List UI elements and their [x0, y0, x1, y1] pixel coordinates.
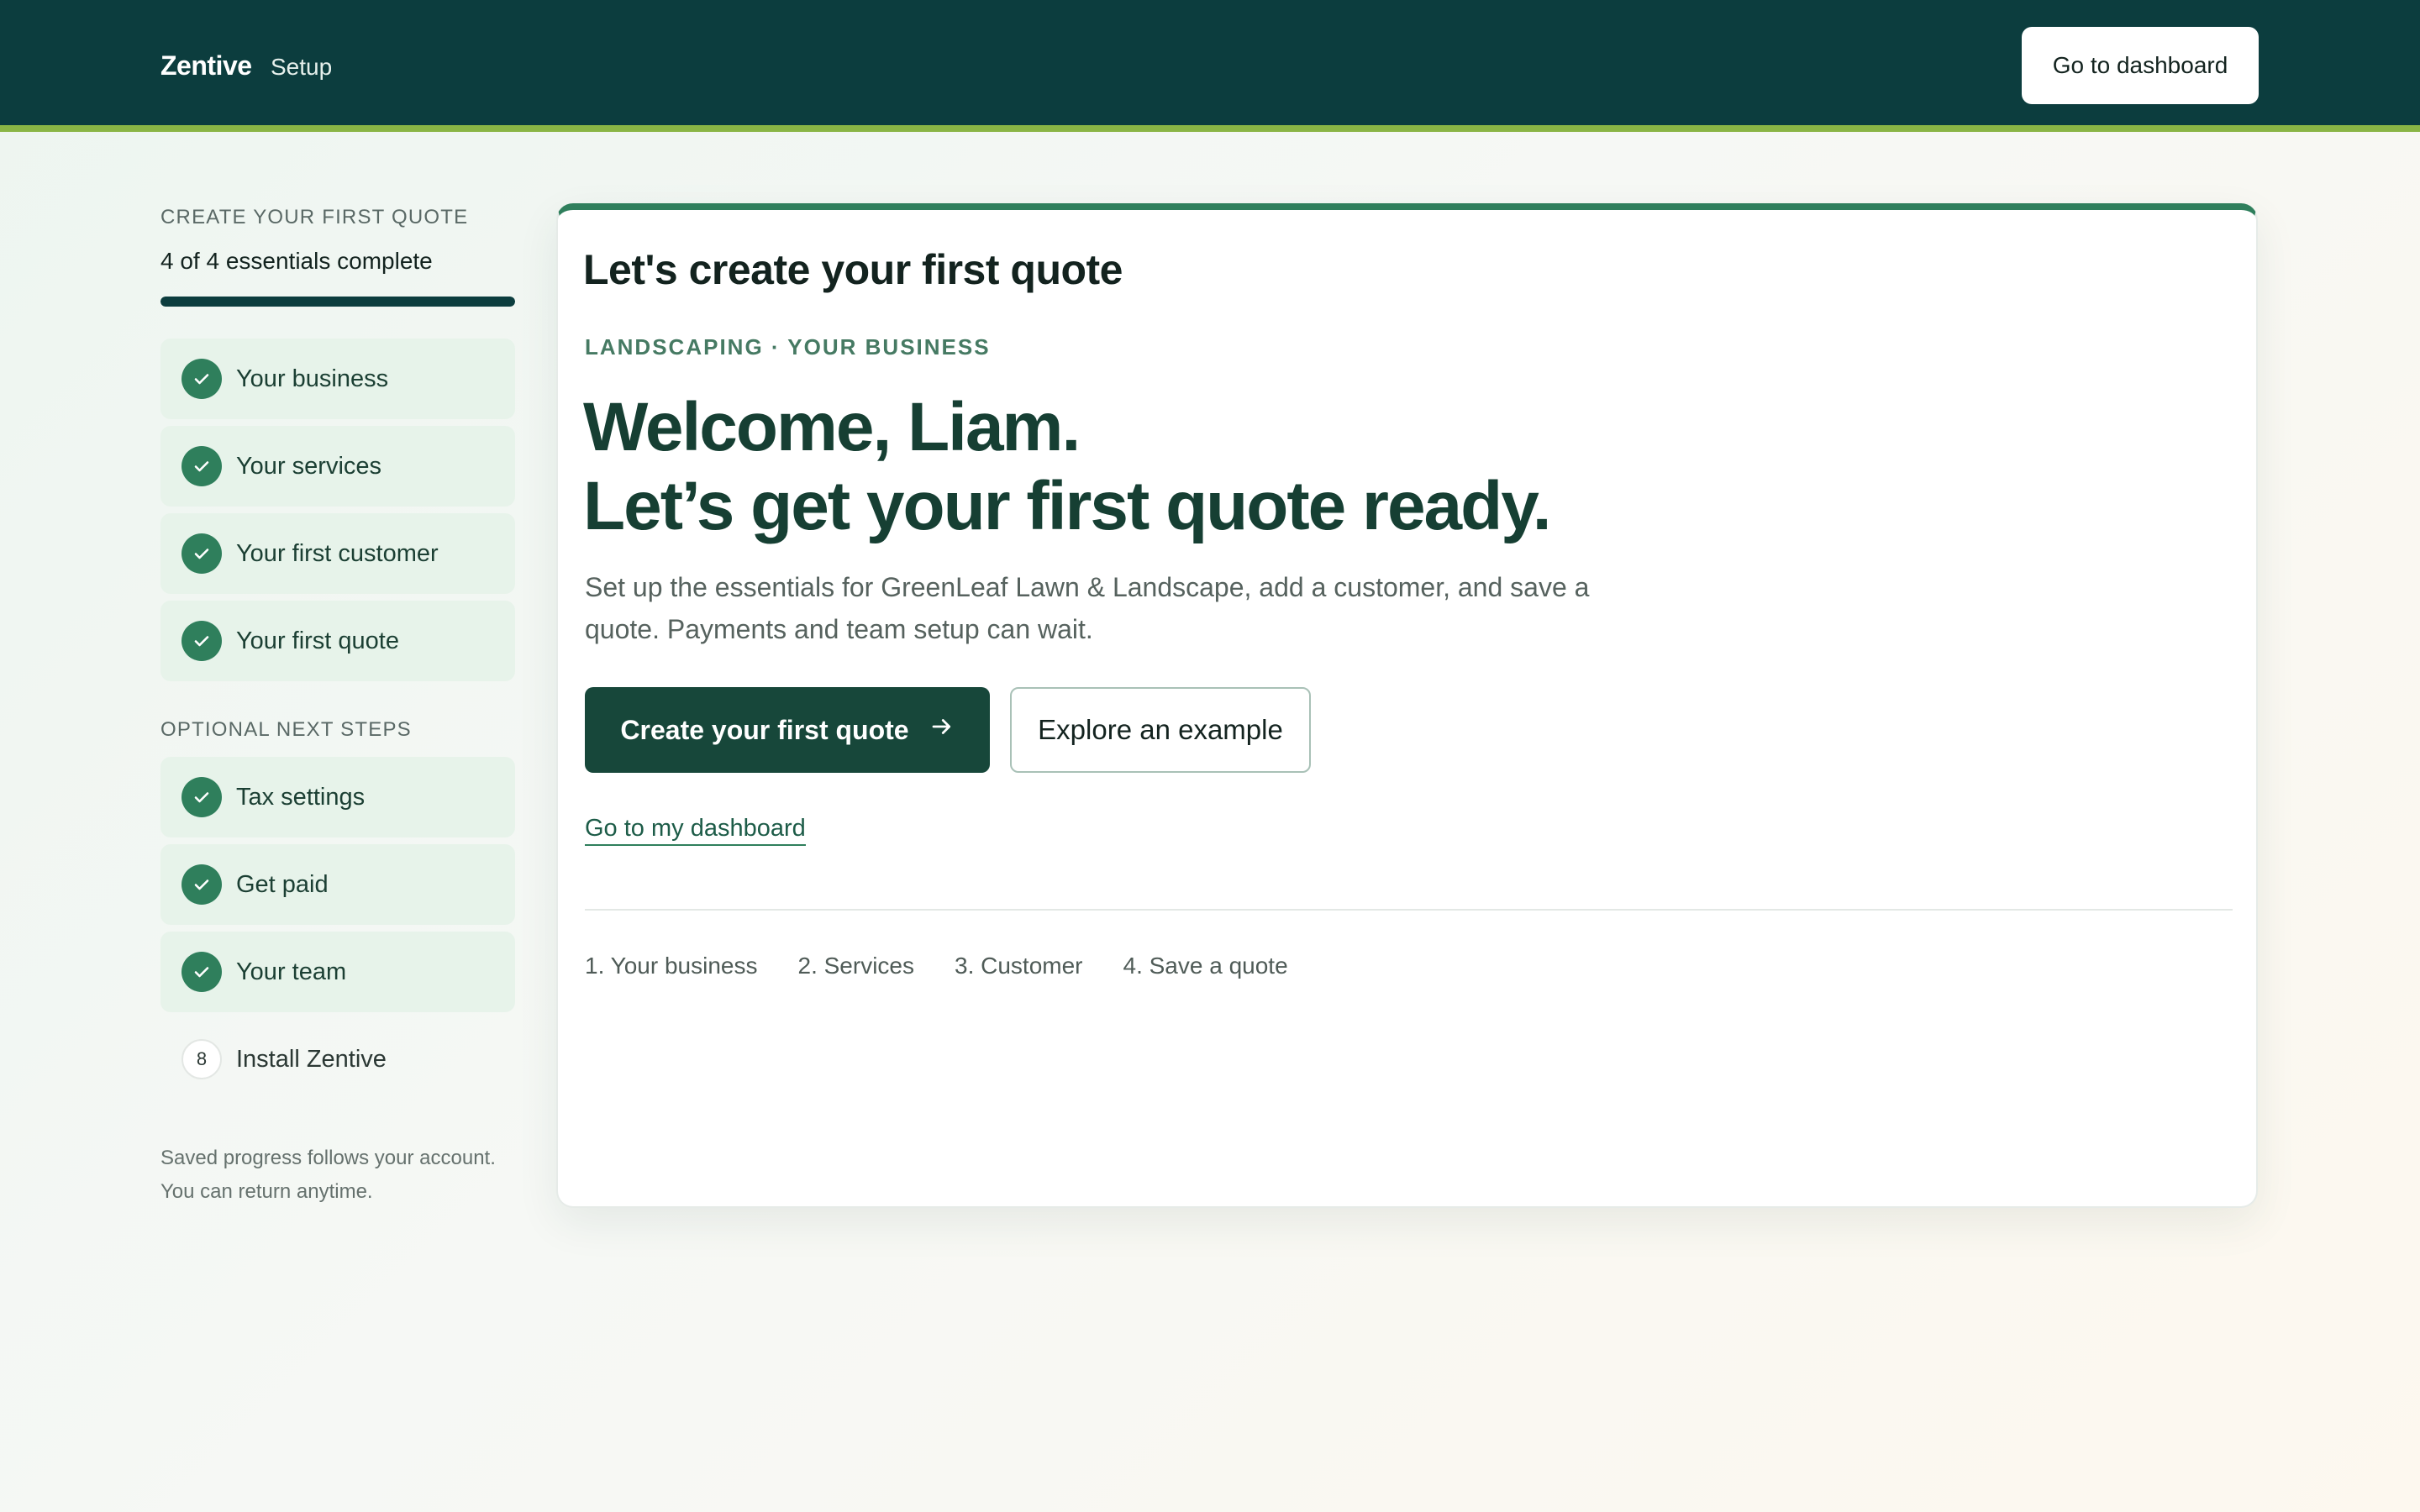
brand-section-label: Setup — [271, 54, 333, 80]
arrow-right-icon — [929, 714, 955, 746]
progress-bar-fill — [160, 297, 515, 307]
sidebar-item-your-first-customer[interactable]: Your first customer — [160, 513, 515, 594]
page-title: Let's create your first quote — [583, 246, 1123, 293]
check-icon — [182, 777, 222, 817]
sidebar-item-label: Tax settings — [236, 783, 366, 811]
create-first-quote-button[interactable]: Create your first quote — [585, 687, 990, 773]
setup-steps-summary: 1. Your business 2. Services 3. Customer… — [585, 953, 1288, 979]
optional-steps-heading: OPTIONAL NEXT STEPS — [160, 718, 412, 741]
sidebar-item-tax-settings[interactable]: Tax settings — [160, 757, 515, 837]
check-icon — [182, 952, 222, 992]
saved-progress-note: Saved progress follows your account. You… — [160, 1142, 515, 1209]
summary-step: 1. Your business — [585, 953, 758, 979]
sidebar-item-install-zentive[interactable]: 8 Install Zentive — [160, 1019, 515, 1100]
saved-progress-note-line: You can return anytime. — [160, 1180, 373, 1203]
sidebar-item-your-first-quote[interactable]: Your first quote — [160, 601, 515, 681]
summary-step: 3. Customer — [955, 953, 1083, 979]
progress-bar — [160, 297, 515, 307]
check-icon — [182, 533, 222, 574]
sidebar-item-label: Your business — [236, 365, 389, 392]
sidebar-item-get-paid[interactable]: Get paid — [160, 844, 515, 925]
explore-example-button[interactable]: Explore an example — [1010, 687, 1311, 773]
sidebar-item-your-services[interactable]: Your services — [160, 426, 515, 507]
top-bar: Zentive Setup Go to dashboard — [0, 0, 2420, 132]
sidebar-item-label: Your first quote — [236, 627, 399, 654]
business-category-eyebrow: LANDSCAPING · YOUR BUSINESS — [585, 334, 991, 360]
setup-sidebar: CREATE YOUR FIRST QUOTE 4 of 4 essential… — [160, 206, 515, 1209]
sidebar-item-label: Your services — [236, 452, 382, 480]
sidebar-item-label: Your first customer — [236, 539, 439, 567]
create-first-quote-label: Create your first quote — [620, 714, 909, 745]
summary-step: 2. Services — [797, 953, 915, 979]
check-icon — [182, 359, 222, 399]
go-to-my-dashboard-link[interactable]: Go to my dashboard — [585, 815, 806, 846]
sidebar-item-your-team[interactable]: Your team — [160, 932, 515, 1012]
saved-progress-note-line: Saved progress follows your account. — [160, 1147, 496, 1169]
optional-steps-list: Tax settings Get paid Your team 8 Instal… — [160, 757, 515, 1100]
check-icon — [182, 446, 222, 486]
summary-step: 4. Save a quote — [1123, 953, 1288, 979]
sidebar-item-label: Your team — [236, 958, 347, 985]
step-number-badge: 8 — [182, 1039, 222, 1079]
check-icon — [182, 621, 222, 661]
go-to-dashboard-button[interactable]: Go to dashboard — [2022, 27, 2259, 104]
sidebar-item-label: Install Zentive — [236, 1045, 387, 1073]
sidebar-item-label: Get paid — [236, 870, 329, 898]
welcome-description: Set up the essentials for GreenLeaf Lawn… — [585, 572, 1590, 644]
progress-text: 4 of 4 essentials complete — [160, 248, 433, 274]
welcome-card: Let's create your first quote LANDSCAPIN… — [556, 203, 2258, 1208]
sidebar-item-your-business[interactable]: Your business — [160, 339, 515, 419]
essentials-list: Your business Your services Your first c… — [160, 339, 515, 681]
brand-logo[interactable]: Zentive — [160, 50, 252, 81]
headline-line: Let’s get your first quote ready. — [583, 468, 1552, 544]
welcome-headline: Welcome, Liam. Let’s get your first quot… — [583, 388, 1552, 546]
sidebar-heading: CREATE YOUR FIRST QUOTE — [160, 206, 469, 228]
headline-line: Welcome, Liam. — [583, 389, 1081, 465]
divider — [585, 909, 2233, 911]
check-icon — [182, 864, 222, 905]
